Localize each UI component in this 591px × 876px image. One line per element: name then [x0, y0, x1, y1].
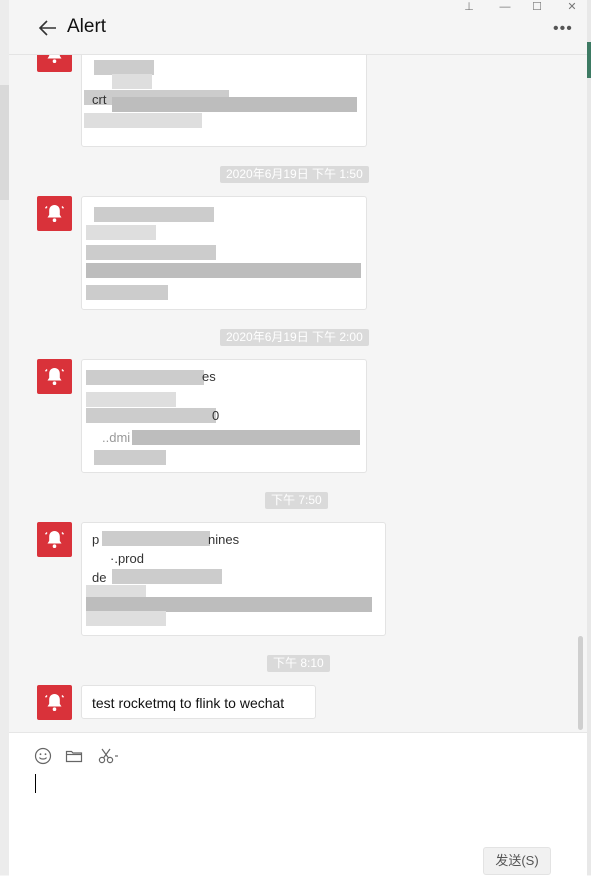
maximize-icon[interactable]: ☐: [526, 0, 548, 14]
message-text-fragment: crt: [92, 92, 107, 107]
right-window-edge: [587, 0, 591, 875]
alert-bot-avatar[interactable]: [37, 55, 72, 72]
back-arrow-icon[interactable]: [37, 17, 63, 43]
accent-strip: [587, 42, 591, 78]
message-text-fragment: de: [92, 570, 107, 585]
bell-icon: [44, 205, 65, 222]
message-text: test rocketmq to flink to wechat: [92, 695, 285, 711]
message-bubble[interactable]: test rocketmq to flink to wechat: [81, 685, 316, 719]
left-window-edge: [0, 0, 9, 875]
folder-icon[interactable]: [65, 747, 83, 765]
alert-bot-avatar[interactable]: [37, 359, 72, 394]
bell-icon: [44, 694, 65, 711]
alert-bot-avatar[interactable]: [37, 522, 72, 557]
page-title: Alert: [67, 16, 107, 37]
scissors-icon[interactable]: [98, 747, 122, 765]
timestamp: 下午 7:50: [265, 492, 328, 509]
message-bubble[interactable]: rt: [81, 196, 367, 310]
more-options-icon[interactable]: •••: [553, 21, 573, 37]
bell-icon: [44, 531, 65, 548]
message-bubble[interactable]: crt: [81, 55, 367, 147]
chat-window: ⊥ — ☐ ✕ Alert ••• crt 2020年6月19日 下午 1:50: [0, 0, 591, 876]
bell-icon: [44, 368, 65, 385]
timestamp: 下午 8:10: [267, 655, 330, 672]
message-text-fragment: 0: [212, 408, 220, 423]
message-text-fragment: p: [92, 532, 100, 547]
message-text-fragment: ·.prod: [110, 551, 144, 566]
close-icon[interactable]: ✕: [561, 0, 583, 14]
message-bubble[interactable]: p nines ·.prod de: [81, 522, 386, 636]
chat-scrollbar-thumb[interactable]: [578, 636, 583, 730]
pin-icon[interactable]: ⊥: [458, 0, 480, 14]
message-text-fragment: es: [202, 369, 216, 384]
timestamp: 2020年6月19日 下午 1:50: [220, 166, 369, 183]
alert-bot-avatar[interactable]: [37, 196, 72, 231]
message-input-area[interactable]: 发送(S): [9, 732, 587, 876]
message-text-fragment: nines: [208, 532, 240, 547]
message-text-fragment: ..dmi: [102, 430, 131, 445]
alert-bot-avatar[interactable]: [37, 685, 72, 720]
timestamp: 2020年6月19日 下午 2:00: [220, 329, 369, 346]
send-button[interactable]: 发送(S): [483, 847, 551, 875]
message-list[interactable]: crt 2020年6月19日 下午 1:50 rt 2020年6月19日 下午 …: [9, 55, 579, 731]
emoji-icon[interactable]: [34, 747, 52, 765]
bell-icon: [47, 55, 62, 63]
minimize-icon[interactable]: —: [494, 0, 516, 14]
text-cursor[interactable]: [35, 774, 36, 793]
message-bubble[interactable]: es 0 ..dmi: [81, 359, 367, 473]
title-bar: ⊥ — ☐ ✕ Alert •••: [9, 0, 587, 55]
